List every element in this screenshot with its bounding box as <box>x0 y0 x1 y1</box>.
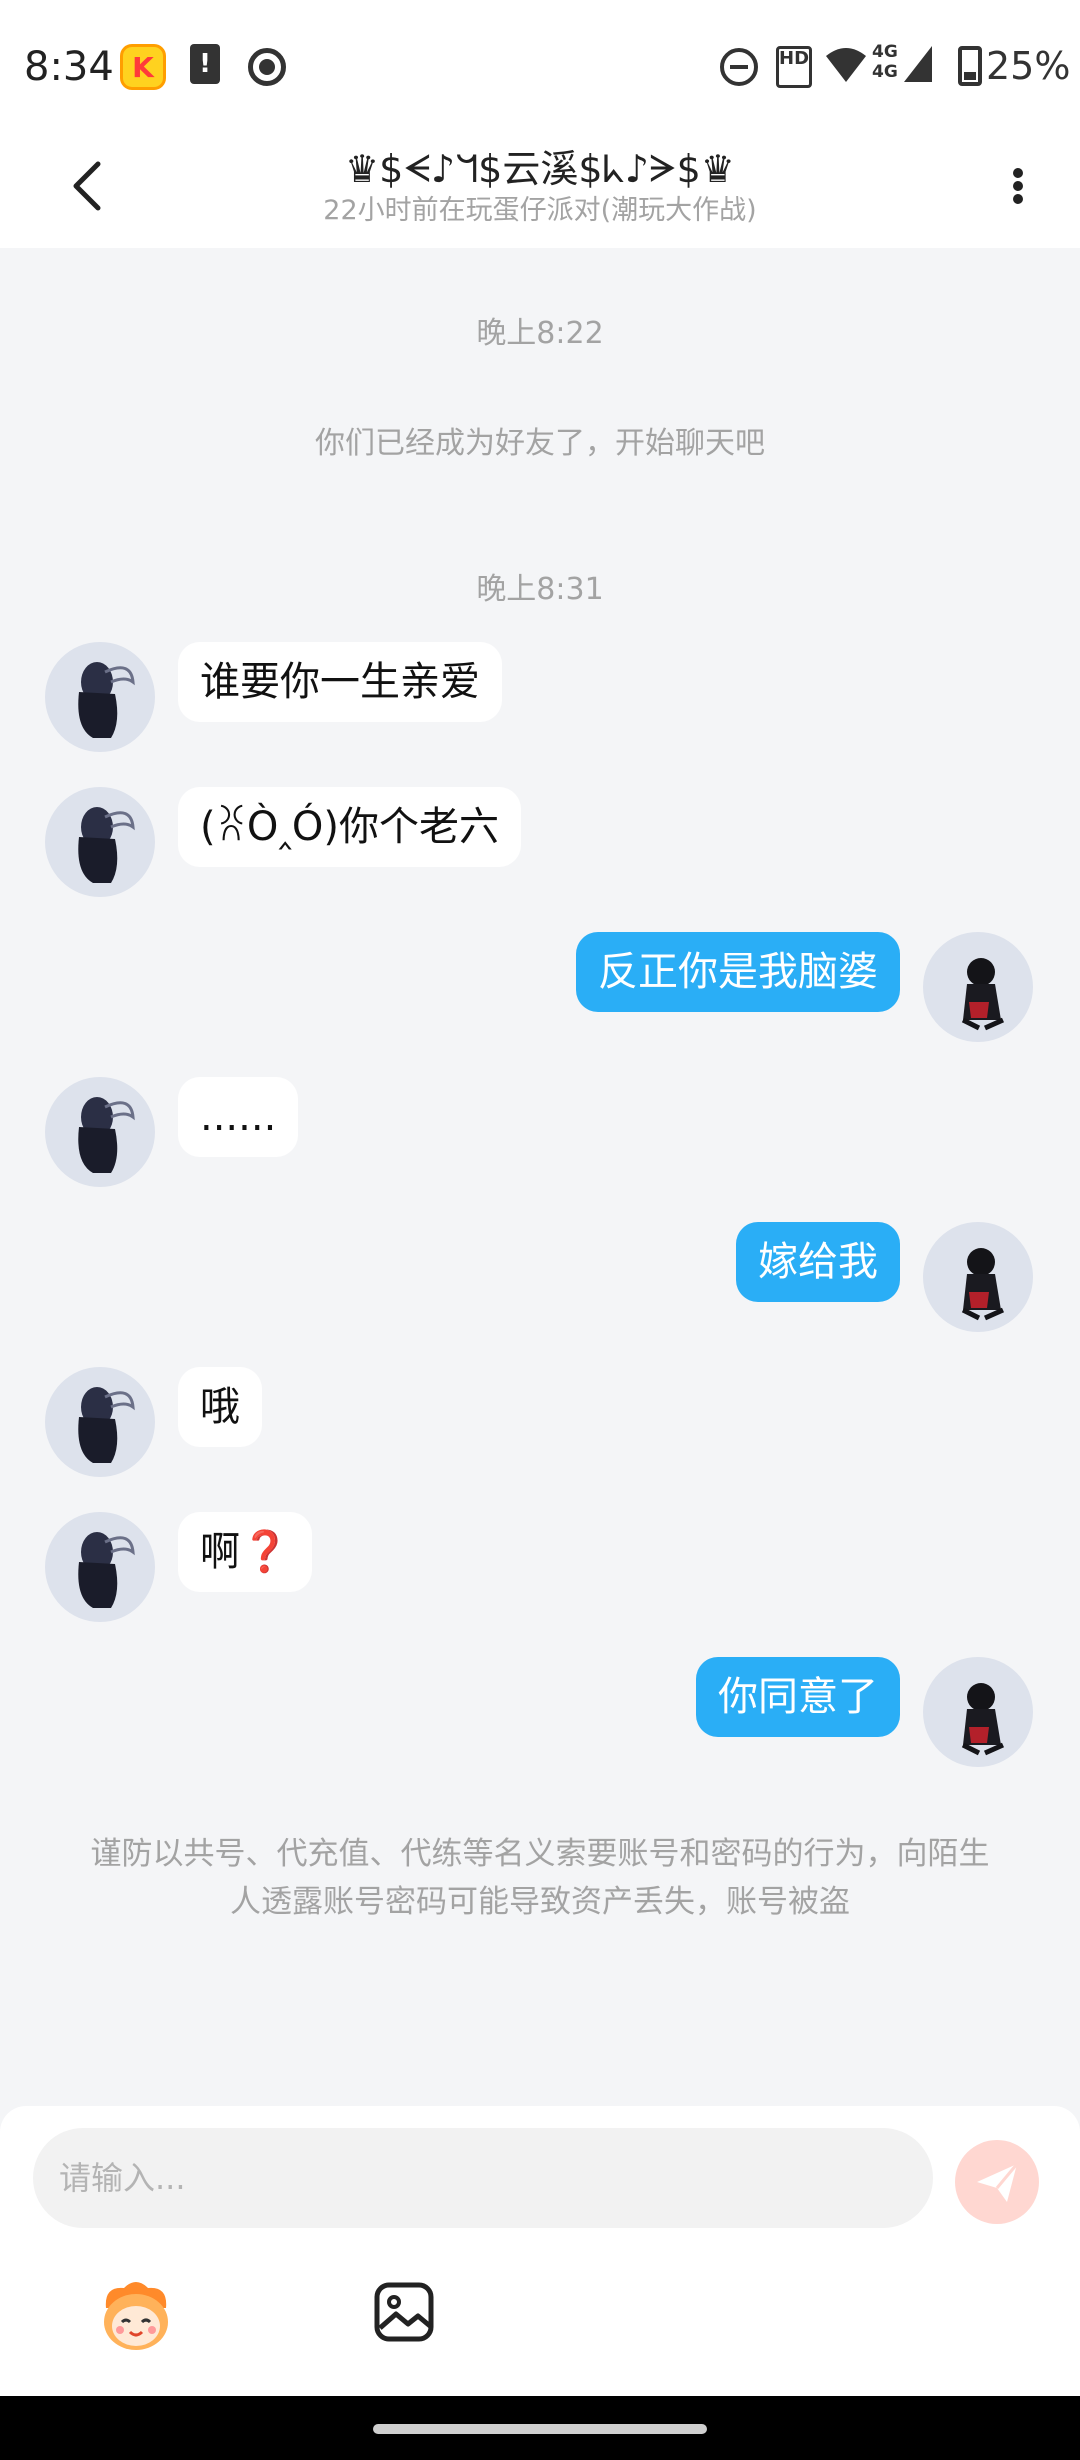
mascot-emoji-icon[interactable] <box>96 2278 176 2354</box>
my-avatar[interactable] <box>923 932 1033 1042</box>
sim-alert-icon: ! <box>190 44 220 84</box>
system-message: 你们已经成为好友了，开始聊天吧 <box>315 426 765 461</box>
network-type-bottom: 4G <box>872 62 898 82</box>
message-bubble[interactable]: 嫁给我 <box>736 1222 900 1302</box>
contact-avatar[interactable] <box>45 1077 155 1187</box>
network-type-top: 4G <box>872 42 898 62</box>
message-bubble[interactable]: ...... <box>178 1077 299 1157</box>
contact-status: 22小时前在玩蛋仔派对(潮玩大作战) <box>323 195 757 226</box>
chat-screen: 8:34 K ! HD 4G 4G 25% ♛$ᗕ♪ᖻ$云溪$ᖾ♪ᗒ$♛ 22小… <box>0 0 1080 2460</box>
input-area <box>0 2106 1080 2396</box>
timestamp: 晚上8:22 <box>476 316 604 351</box>
message-row: 啊❓ <box>0 1512 1080 1622</box>
image-picker-icon[interactable] <box>372 2280 436 2344</box>
my-avatar[interactable] <box>923 1657 1033 1767</box>
back-arrow-icon[interactable] <box>64 156 114 216</box>
system-nav-bar <box>0 2396 1080 2460</box>
message-row: 谁要你一生亲爱 <box>0 642 1080 752</box>
message-bubble[interactable]: 反正你是我脑婆 <box>576 932 900 1012</box>
kuaikan-app-icon: K <box>120 44 166 90</box>
message-row: 反正你是我脑婆 <box>0 932 1080 1042</box>
status-bar: 8:34 K ! HD 4G 4G 25% <box>0 0 1080 128</box>
message-input[interactable] <box>33 2128 933 2228</box>
message-bubble[interactable]: 你同意了 <box>696 1657 900 1737</box>
my-avatar[interactable] <box>923 1222 1033 1332</box>
message-row: 嫁给我 <box>0 1222 1080 1332</box>
home-gesture-handle[interactable] <box>373 2424 707 2434</box>
wifi-icon <box>826 48 866 82</box>
chat-header: ♛$ᗕ♪ᖻ$云溪$ᖾ♪ᗒ$♛ 22小时前在玩蛋仔派对(潮玩大作战) <box>0 128 1080 248</box>
message-bubble[interactable]: 哦 <box>178 1367 262 1447</box>
timestamp: 晚上8:31 <box>476 572 604 607</box>
security-notice: 谨防以共号、代充值、代练等名义索要账号和密码的行为，向陌生人透露账号密码可能导致… <box>90 1836 990 1920</box>
send-button[interactable] <box>955 2140 1039 2224</box>
contact-avatar[interactable] <box>45 642 155 752</box>
message-bubble[interactable]: (ꐦÒ‸Ó)你个老六 <box>178 787 521 867</box>
message-row: (ꐦÒ‸Ó)你个老六 <box>0 787 1080 897</box>
contact-avatar[interactable] <box>45 1512 155 1622</box>
battery-icon <box>958 46 982 86</box>
screen-record-icon <box>248 48 286 86</box>
contact-avatar[interactable] <box>45 1367 155 1477</box>
more-vertical-icon[interactable] <box>1006 156 1030 216</box>
contact-avatar[interactable] <box>45 787 155 897</box>
message-row: ...... <box>0 1077 1080 1187</box>
do-not-disturb-icon <box>720 48 758 86</box>
message-bubble[interactable]: 谁要你一生亲爱 <box>178 642 502 722</box>
cellular-signal-icon: 4G 4G <box>872 42 934 86</box>
message-row: 哦 <box>0 1367 1080 1477</box>
paper-plane-icon <box>977 2163 1019 2202</box>
status-time: 8:34 <box>24 44 114 90</box>
battery-percentage: 25% <box>986 44 1071 88</box>
message-bubble[interactable]: 啊❓ <box>178 1512 312 1592</box>
contact-name: ♛$ᗕ♪ᖻ$云溪$ᖾ♪ᗒ$♛ <box>345 147 735 191</box>
message-row: 你同意了 <box>0 1657 1080 1767</box>
hd-voice-icon: HD <box>776 46 812 88</box>
